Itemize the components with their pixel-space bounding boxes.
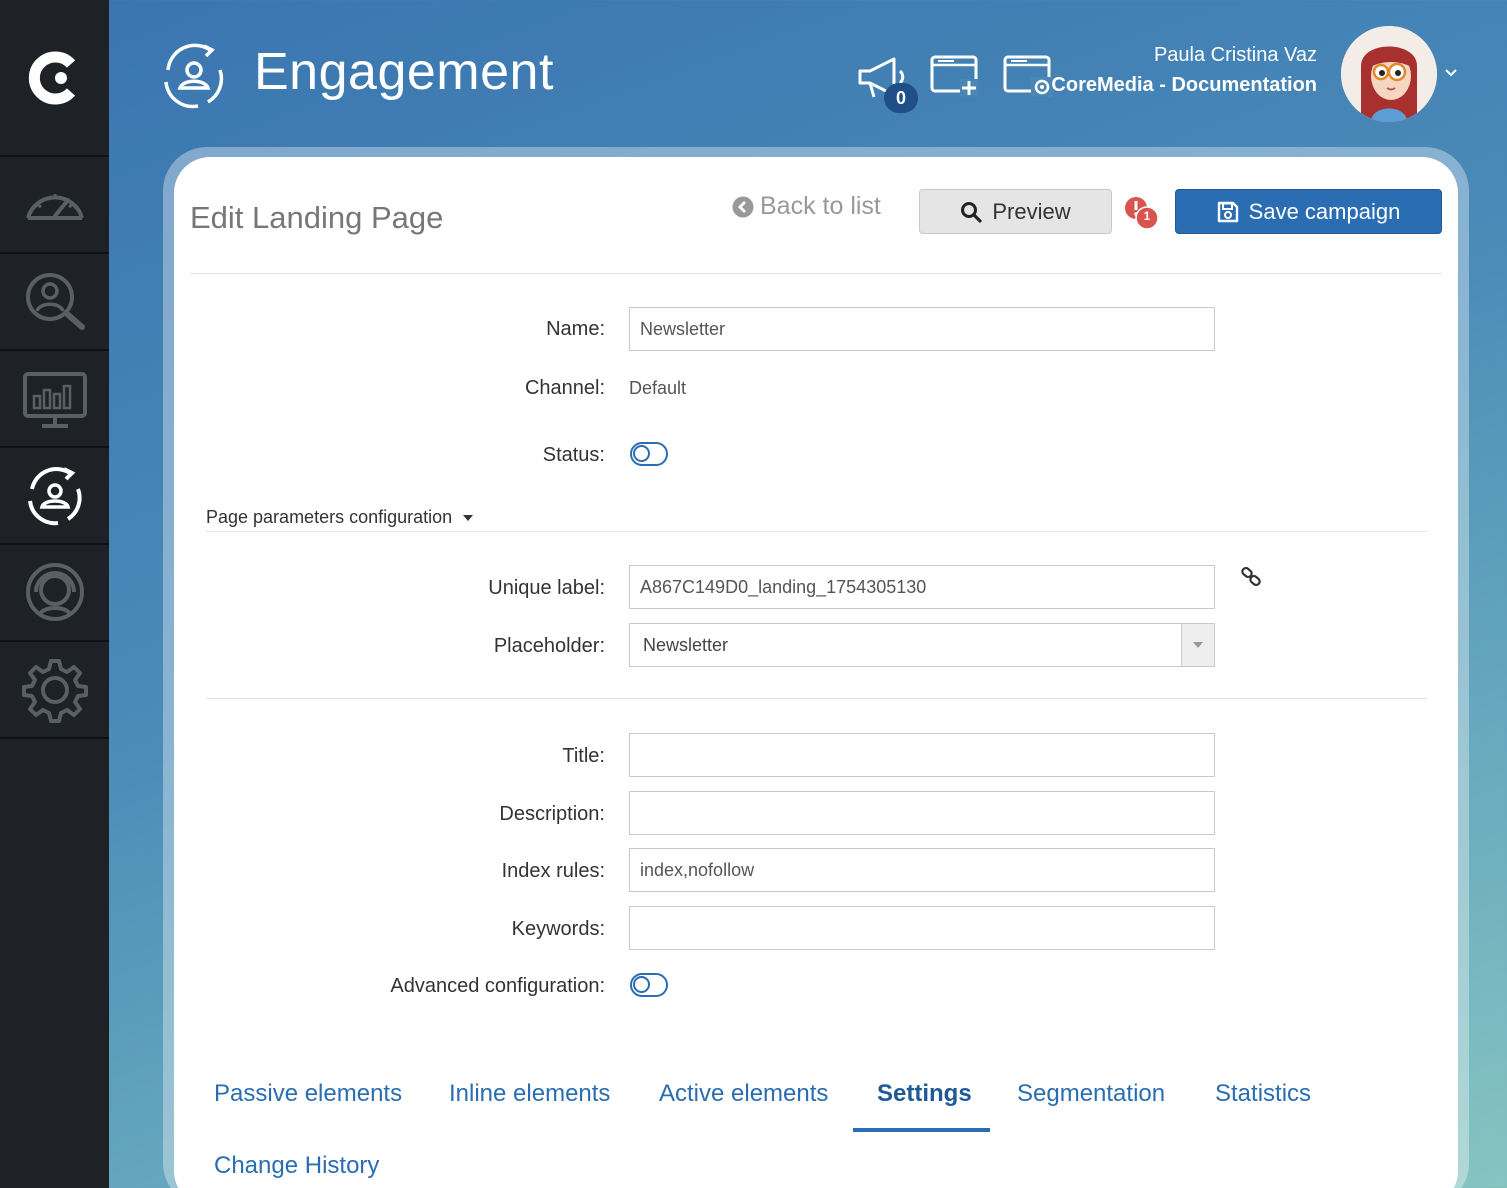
engagement-header-icon: [164, 43, 224, 109]
page-parameters-label: Page parameters configuration: [206, 507, 453, 527]
save-campaign-button[interactable]: Save campaign: [1175, 189, 1442, 234]
link-icon[interactable]: [1240, 566, 1262, 588]
app-title: Engagement: [254, 43, 554, 101]
sidebar-item-support[interactable]: [0, 545, 109, 642]
user-search-icon: [25, 272, 85, 330]
new-window-button[interactable]: [930, 55, 980, 102]
name-label: Name:: [546, 318, 605, 340]
page-title: Edit Landing Page: [190, 200, 444, 235]
placeholder-label: Placeholder:: [493, 635, 605, 657]
engagement-cycle-icon: [27, 466, 82, 525]
unique-label-input[interactable]: [629, 565, 1215, 609]
tab-settings[interactable]: Settings: [877, 1080, 972, 1108]
placeholder-selected-value: Newsletter: [643, 635, 729, 655]
alert-count: 1: [1143, 209, 1151, 223]
window-gear-icon: [1003, 55, 1053, 97]
title-input[interactable]: [629, 733, 1215, 777]
sidebar: [0, 0, 109, 1188]
announcements-count-badge: 0: [884, 83, 918, 113]
channel-label: Channel:: [524, 377, 605, 399]
header-divider: [190, 273, 1442, 274]
add-window-icon: [930, 55, 978, 97]
caret-down-icon: [463, 514, 474, 521]
back-to-list-label: Back to list: [760, 192, 881, 220]
keywords-label: Keywords:: [511, 918, 605, 940]
avatar[interactable]: [1341, 26, 1437, 122]
sidebar-item-engagement[interactable]: [0, 448, 109, 545]
headset-user-icon: [25, 562, 84, 621]
preview-button[interactable]: Preview: [919, 189, 1112, 234]
description-label: Description:: [499, 803, 605, 825]
unique-label-label: Unique label:: [488, 577, 605, 599]
sidebar-item-profiles[interactable]: [0, 254, 109, 351]
speedometer-icon: [25, 193, 84, 220]
avatar-illustration-icon: [1341, 26, 1437, 122]
tab-inline-elements[interactable]: Inline elements: [449, 1080, 610, 1108]
user-name: Paula Cristina Vaz: [1153, 44, 1317, 66]
validation-alert-button[interactable]: 1: [1124, 196, 1162, 232]
status-label: Status:: [542, 444, 605, 466]
keywords-input[interactable]: [629, 906, 1215, 950]
floppy-disk-icon: [1217, 201, 1238, 222]
index-rules-label: Index rules:: [501, 860, 605, 882]
tab-segmentation[interactable]: Segmentation: [1017, 1080, 1165, 1108]
meta-divider: [206, 698, 1427, 699]
title-label: Title:: [562, 745, 605, 767]
monitor-chart-icon: [22, 371, 87, 428]
active-tab-indicator: [853, 1128, 990, 1132]
preview-label: Preview: [992, 198, 1071, 224]
coremedia-logo-icon: [28, 51, 75, 104]
channel-value: Default: [629, 378, 687, 398]
advanced-configuration-toggle[interactable]: [630, 973, 668, 997]
save-campaign-label: Save campaign: [1248, 198, 1401, 224]
search-icon: [961, 201, 982, 223]
site-settings-button[interactable]: [1003, 55, 1055, 102]
placeholder-select[interactable]: Newsletter: [629, 623, 1215, 667]
section-divider: [206, 531, 1427, 532]
select-arrow-icon: [1181, 624, 1214, 666]
gear-icon: [21, 658, 88, 723]
sidebar-item-analytics[interactable]: [0, 351, 109, 448]
sidebar-item-settings[interactable]: [0, 642, 109, 739]
tab-change-history[interactable]: Change History: [214, 1152, 379, 1180]
page-parameters-section-toggle[interactable]: Page parameters configuration: [206, 507, 474, 528]
tab-statistics[interactable]: Statistics: [1215, 1080, 1311, 1108]
description-input[interactable]: [629, 791, 1215, 835]
user-organization[interactable]: CoreMedia - Documentation: [1051, 74, 1317, 97]
chevron-down-icon[interactable]: [1444, 66, 1458, 80]
status-toggle[interactable]: [630, 442, 668, 466]
coremedia-logo[interactable]: [0, 0, 109, 157]
chevron-left-circle-icon: [732, 196, 754, 217]
index-rules-input[interactable]: [629, 848, 1215, 892]
sidebar-item-dashboard[interactable]: [0, 157, 109, 254]
advanced-configuration-label: Advanced configuration:: [390, 975, 605, 997]
back-to-list-link[interactable]: Back to list: [732, 192, 881, 221]
tab-passive-elements[interactable]: Passive elements: [214, 1080, 402, 1108]
tab-active-elements[interactable]: Active elements: [659, 1080, 828, 1108]
name-input[interactable]: [629, 307, 1215, 351]
